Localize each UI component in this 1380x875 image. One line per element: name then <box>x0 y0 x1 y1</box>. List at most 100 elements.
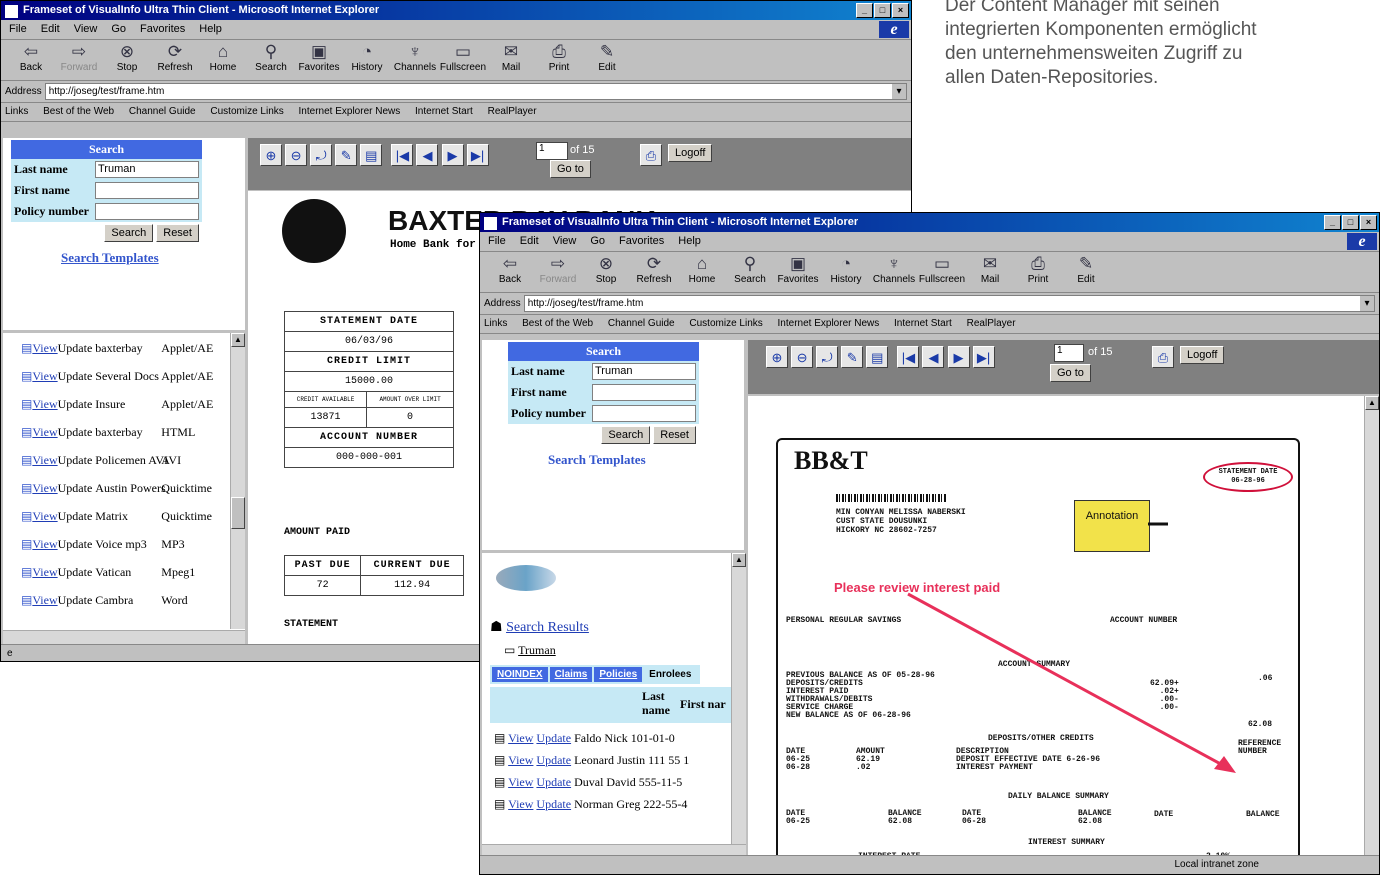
back-results-hscrollbar[interactable] <box>3 630 245 645</box>
update-link[interactable]: Update <box>536 753 571 767</box>
prev-page-icon[interactable]: ◀ <box>922 346 945 368</box>
back-button[interactable]: ⇦ Back <box>7 40 55 80</box>
refresh-button[interactable]: ⟳ Refresh <box>630 252 678 292</box>
folder-name[interactable]: Truman <box>518 643 556 657</box>
back-results-scrollbar[interactable]: ▲ <box>230 333 245 629</box>
link-best-of-web[interactable]: Best of the Web <box>43 106 114 117</box>
annotate-icon[interactable]: ✎ <box>841 346 864 368</box>
first-page-icon[interactable]: |◀ <box>391 144 414 166</box>
menu-view[interactable]: View <box>553 232 577 251</box>
view-link[interactable]: View <box>32 537 57 551</box>
stop-button[interactable]: ⊗ Stop <box>103 40 151 80</box>
update-link[interactable]: Update <box>536 731 571 745</box>
link-customize-links[interactable]: Customize Links <box>210 106 283 117</box>
page-number-input[interactable]: 1 <box>536 142 568 160</box>
link-ie-news[interactable]: Internet Explorer News <box>299 106 401 117</box>
maximize-button[interactable]: □ <box>874 3 891 18</box>
update-link[interactable]: Update <box>58 397 93 411</box>
front-title-bar[interactable]: Frameset of VisualInfo Ultra Thin Client… <box>480 213 1379 232</box>
tab-noindex[interactable]: NOINDEX <box>492 667 548 682</box>
front-results-scrollbar[interactable]: ▲ <box>731 553 746 845</box>
menu-file[interactable]: File <box>488 232 506 251</box>
zoom-in-icon[interactable]: ⊕ <box>260 144 282 166</box>
edit-button[interactable]: ✎ Edit <box>583 40 631 80</box>
back-title-bar[interactable]: Frameset of VisualInfo Ultra Thin Client… <box>1 1 911 20</box>
logoff-button[interactable]: Logoff <box>1180 346 1225 364</box>
link-ie-news[interactable]: Internet Explorer News <box>778 318 880 329</box>
update-link[interactable]: Update <box>58 425 93 439</box>
address-input[interactable]: http://joseg/test/frame.htm <box>44 83 907 100</box>
favorites-button[interactable]: ▣ Favorites <box>295 40 343 80</box>
forward-button[interactable]: ⇨ Forward <box>534 252 582 292</box>
minimize-button[interactable]: _ <box>856 3 873 18</box>
menu-edit[interactable]: Edit <box>520 232 539 251</box>
search-results-link[interactable]: Search Results <box>506 620 589 635</box>
fullscreen-button[interactable]: ▭ Fullscreen <box>918 252 966 292</box>
last-name-input[interactable]: Truman <box>95 161 199 178</box>
view-link[interactable]: View <box>32 425 57 439</box>
first-name-input[interactable] <box>592 384 696 401</box>
close-button[interactable]: × <box>892 3 909 18</box>
view-link[interactable]: View <box>508 775 533 789</box>
maximize-button[interactable]: □ <box>1342 215 1359 230</box>
print-doc-icon[interactable]: ⎙ <box>640 144 662 166</box>
annotation-note[interactable]: Annotation <box>1074 500 1150 552</box>
search-button[interactable]: ⚲ Search <box>247 40 295 80</box>
update-link[interactable]: Update <box>58 593 93 607</box>
fullscreen-button[interactable]: ▭ Fullscreen <box>439 40 487 80</box>
page-number-input[interactable]: 1 <box>1054 344 1084 362</box>
menu-go[interactable]: Go <box>590 232 605 251</box>
update-link[interactable]: Update <box>58 369 93 383</box>
edit-button[interactable]: ✎ Edit <box>1062 252 1110 292</box>
search-submit-button[interactable]: Search <box>601 426 651 444</box>
update-link[interactable]: Update <box>536 775 571 789</box>
print-doc-icon[interactable]: ⎙ <box>1152 346 1174 368</box>
search-button[interactable]: ⚲ Search <box>726 252 774 292</box>
link-customize-links[interactable]: Customize Links <box>689 318 762 329</box>
rotate-icon[interactable]: ⤾ <box>816 346 839 368</box>
menu-help[interactable]: Help <box>678 232 701 251</box>
print-button[interactable]: ⎙ Print <box>1014 252 1062 292</box>
view-link[interactable]: View <box>32 481 57 495</box>
refresh-button[interactable]: ⟳ Refresh <box>151 40 199 80</box>
update-link[interactable]: Update <box>58 509 93 523</box>
home-button[interactable]: ⌂ Home <box>199 40 247 80</box>
update-link[interactable]: Update <box>536 797 571 811</box>
zoom-out-icon[interactable]: ⊖ <box>285 144 308 166</box>
last-name-input[interactable]: Truman <box>592 363 696 380</box>
view-link[interactable]: View <box>32 509 57 523</box>
next-page-icon[interactable]: ▶ <box>441 144 464 166</box>
goto-button[interactable]: Go to <box>550 160 591 178</box>
view-link[interactable]: View <box>32 565 57 579</box>
channels-button[interactable]: ♆ Channels <box>391 40 439 80</box>
print-button[interactable]: ⎙ Print <box>535 40 583 80</box>
view-link[interactable]: View <box>32 369 57 383</box>
policy-number-input[interactable] <box>95 203 199 220</box>
next-page-icon[interactable]: ▶ <box>947 346 970 368</box>
goto-button[interactable]: Go to <box>1050 364 1091 382</box>
link-internet-start[interactable]: Internet Start <box>894 318 952 329</box>
update-link[interactable]: Update <box>58 537 93 551</box>
forward-button[interactable]: ⇨ Forward <box>55 40 103 80</box>
view-link[interactable]: View <box>32 593 57 607</box>
last-page-icon[interactable]: ▶| <box>466 144 489 166</box>
reset-button[interactable]: Reset <box>653 426 696 444</box>
front-doc-scrollbar[interactable]: ▲ <box>1364 396 1379 858</box>
menu-view[interactable]: View <box>74 20 98 39</box>
mail-button[interactable]: ✉ Mail <box>487 40 535 80</box>
update-link[interactable]: Update <box>58 453 93 467</box>
link-realplayer[interactable]: RealPlayer <box>488 106 537 117</box>
back-button[interactable]: ⇦ Back <box>486 252 534 292</box>
view-link[interactable]: View <box>508 731 533 745</box>
link-channel-guide[interactable]: Channel Guide <box>129 106 196 117</box>
menu-edit[interactable]: Edit <box>41 20 60 39</box>
link-best-of-web[interactable]: Best of the Web <box>522 318 593 329</box>
first-name-input[interactable] <box>95 182 199 199</box>
search-templates-link[interactable]: Search Templates <box>548 452 744 468</box>
update-link[interactable]: Update <box>58 481 93 495</box>
policy-number-input[interactable] <box>592 405 696 422</box>
rotate-icon[interactable]: ⤾ <box>310 144 333 166</box>
tab-enrolees[interactable]: Enrolees <box>644 667 697 682</box>
tab-claims[interactable]: Claims <box>549 667 593 682</box>
link-channel-guide[interactable]: Channel Guide <box>608 318 675 329</box>
